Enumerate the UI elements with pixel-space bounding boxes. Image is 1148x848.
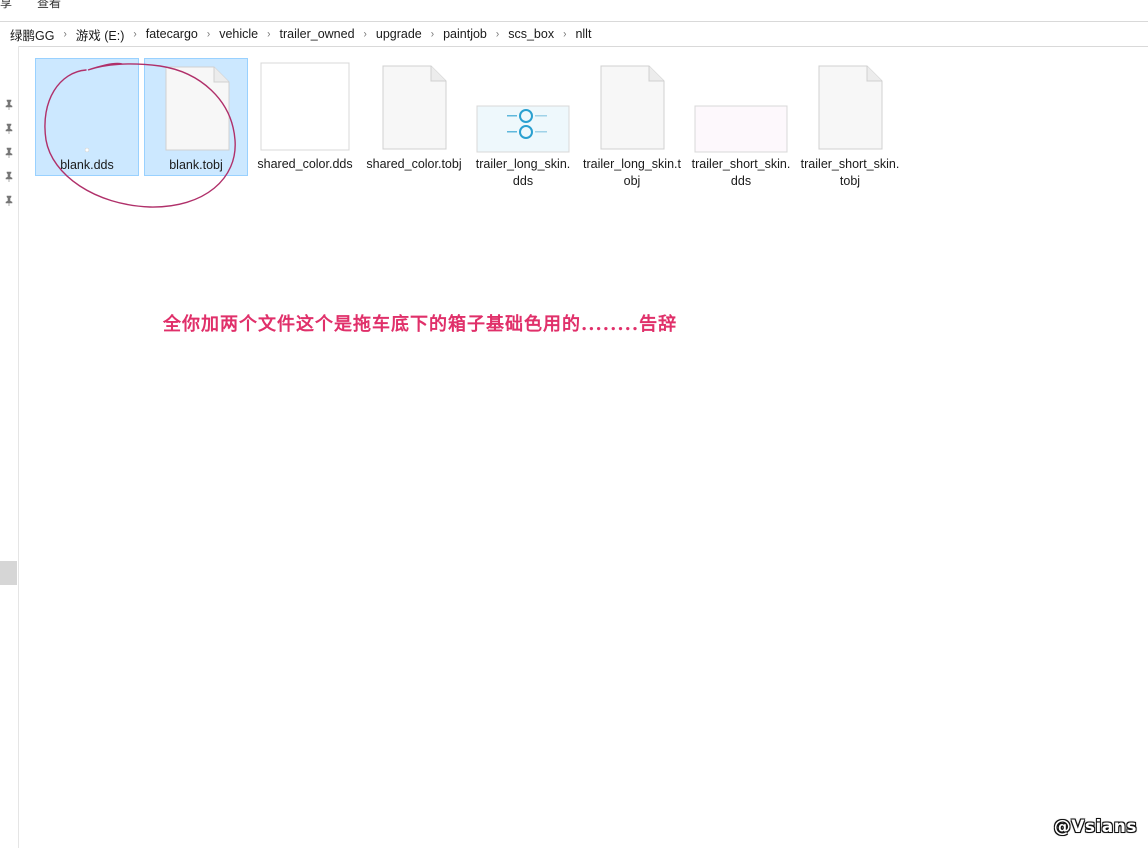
annotation-text: 全你加两个文件这个是拖车底下的箱子基础色用的........告辞 xyxy=(163,314,678,335)
document-icon xyxy=(798,58,902,154)
pin-icon[interactable] xyxy=(3,194,15,206)
chevron-right-icon[interactable]: › xyxy=(488,28,507,40)
image-thumbnail-icon xyxy=(36,59,140,155)
document-icon xyxy=(145,59,249,155)
ribbon-tab-view[interactable]: 查看 xyxy=(37,0,61,10)
file-item[interactable]: trailer_short_skin.tobj xyxy=(798,58,902,188)
scrollbar-thumb[interactable] xyxy=(0,561,17,585)
breadcrumb: 绿鹏GG › 游戏 (E:) › fatecargo › vehicle › trailer_o… xyxy=(0,25,592,44)
file-item[interactable]: blank.dds xyxy=(35,58,139,176)
file-item[interactable]: trailer_long_skin.dds xyxy=(471,58,575,188)
file-name: trailer_long_skin.dds xyxy=(475,157,571,188)
navigation-pane xyxy=(0,46,19,848)
chevron-right-icon[interactable]: › xyxy=(555,28,574,40)
breadcrumb-item[interactable]: paintjob xyxy=(442,27,488,41)
file-name: trailer_short_skin.dds xyxy=(691,157,791,188)
pin-icon[interactable] xyxy=(3,122,15,134)
chevron-right-icon[interactable]: › xyxy=(423,28,442,40)
file-name: trailer_short_skin.tobj xyxy=(800,157,900,188)
pin-icon[interactable] xyxy=(3,146,15,158)
file-name: shared_color.dds xyxy=(257,157,353,171)
breadcrumb-item[interactable]: trailer_owned xyxy=(278,27,355,41)
breadcrumb-item[interactable]: upgrade xyxy=(375,27,423,41)
breadcrumb-item[interactable]: vehicle xyxy=(218,27,259,41)
image-thumbnail-icon xyxy=(471,58,575,154)
file-name: blank.dds xyxy=(60,158,114,172)
image-thumbnail-icon xyxy=(253,58,357,154)
file-name: blank.tobj xyxy=(169,158,223,172)
pin-icon[interactable] xyxy=(3,170,15,182)
chevron-right-icon[interactable]: › xyxy=(259,28,278,40)
file-item[interactable]: shared_color.tobj xyxy=(362,58,466,176)
breadcrumb-item[interactable]: scs_box xyxy=(507,27,555,41)
document-icon xyxy=(362,58,466,154)
breadcrumb-item[interactable]: 游戏 (E:) xyxy=(75,25,126,44)
file-item[interactable]: blank.tobj xyxy=(144,58,248,176)
file-item[interactable]: shared_color.dds xyxy=(253,58,357,176)
file-item[interactable]: trailer_short_skin.dds xyxy=(689,58,793,188)
chevron-right-icon[interactable]: › xyxy=(125,28,144,40)
breadcrumb-item[interactable]: nllt xyxy=(574,27,592,41)
chevron-right-icon[interactable]: › xyxy=(199,28,218,40)
chevron-right-icon[interactable]: › xyxy=(55,28,74,40)
address-bar[interactable]: 绿鹏GG › 游戏 (E:) › fatecargo › vehicle › trailer_o… xyxy=(0,21,1148,47)
file-name: shared_color.tobj xyxy=(366,157,462,171)
watermark: @Vsians xyxy=(1053,817,1137,837)
breadcrumb-item[interactable]: 绿鹏GG xyxy=(9,25,55,44)
file-item[interactable]: trailer_long_skin.tobj xyxy=(580,58,684,188)
file-name: trailer_long_skin.tobj xyxy=(583,157,681,188)
ribbon-strip: 享 查看 xyxy=(0,0,1148,10)
image-thumbnail-icon xyxy=(689,58,793,154)
breadcrumb-item[interactable]: fatecargo xyxy=(145,27,199,41)
ribbon-tab-share[interactable]: 享 xyxy=(0,0,12,10)
pin-icon[interactable] xyxy=(3,98,15,110)
document-icon xyxy=(580,58,684,154)
chevron-right-icon[interactable]: › xyxy=(356,28,375,40)
